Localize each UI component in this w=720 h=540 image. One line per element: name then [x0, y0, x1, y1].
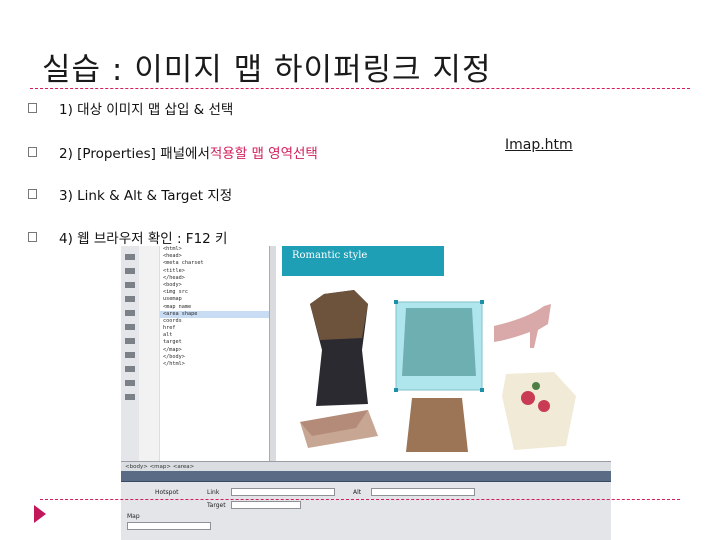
- bullet-box-icon: [28, 103, 37, 113]
- map-name-input[interactable]: [127, 522, 211, 530]
- tool-icon[interactable]: [125, 352, 135, 358]
- tool-icon[interactable]: [125, 282, 135, 288]
- product-image-map: [300, 290, 576, 452]
- imap-file-link[interactable]: Imap.htm: [505, 137, 573, 153]
- link-label: Link: [207, 489, 220, 496]
- tool-icon[interactable]: [125, 394, 135, 400]
- tool-icon[interactable]: [125, 338, 135, 344]
- link-input[interactable]: [231, 488, 335, 496]
- properties-header: [121, 471, 611, 482]
- bullet-box-icon: [28, 232, 37, 242]
- step-highlight: 적용할 맵 영역선택: [209, 146, 318, 162]
- step-item: 1) 대상 이미지 맵 삽입 & 선택: [28, 98, 233, 118]
- tool-icon[interactable]: [125, 268, 135, 274]
- hotspot-label: Hotspot: [155, 489, 179, 496]
- bottom-divider: [40, 499, 680, 500]
- tool-icon[interactable]: [125, 296, 135, 302]
- target-label: Target: [207, 502, 226, 509]
- step-text: 2) [Properties] 패널에서: [59, 146, 210, 162]
- editor-toolbar: [121, 246, 140, 461]
- step-item: 3) Link & Alt & Target 지정: [28, 184, 232, 204]
- tool-icon[interactable]: [125, 366, 135, 372]
- bullet-box-icon: [28, 189, 37, 199]
- line-number-gutter: [139, 246, 160, 461]
- slide-arrow-icon: [34, 505, 46, 523]
- properties-panel: Hotspot Link Target Alt Map: [121, 471, 611, 540]
- step-text: 3) Link & Alt & Target 지정: [59, 188, 233, 204]
- editor-screenshot: <html> <head> <meta charset <title> </he…: [121, 246, 611, 540]
- tool-icon[interactable]: [125, 310, 135, 316]
- map-label: Map: [127, 513, 140, 520]
- target-select[interactable]: [231, 501, 301, 509]
- step-item: 2) [Properties] 패널에서 적용할 맵 영역선택: [28, 142, 318, 162]
- hotspot-area-selected: [394, 300, 484, 392]
- tool-icon[interactable]: [125, 324, 135, 330]
- alt-input[interactable]: [371, 488, 475, 496]
- tag-selector-bar[interactable]: <body> <map> <area>: [121, 461, 611, 471]
- top-divider: [30, 88, 690, 89]
- design-view[interactable]: Romantic style: [276, 246, 611, 461]
- alt-label: Alt: [353, 489, 362, 496]
- slide-title: 실습 : 이미지 맵 하이퍼링크 지정: [42, 52, 492, 88]
- step-text: 4) 웹 브라우저 확인 : F12 키: [59, 231, 228, 247]
- step-item: 4) 웹 브라우저 확인 : F12 키: [28, 227, 227, 247]
- tool-icon[interactable]: [125, 380, 135, 386]
- step-text: 1) 대상 이미지 맵 삽입 & 선택: [59, 102, 234, 118]
- bullet-box-icon: [28, 147, 37, 157]
- tool-icon[interactable]: [125, 254, 135, 260]
